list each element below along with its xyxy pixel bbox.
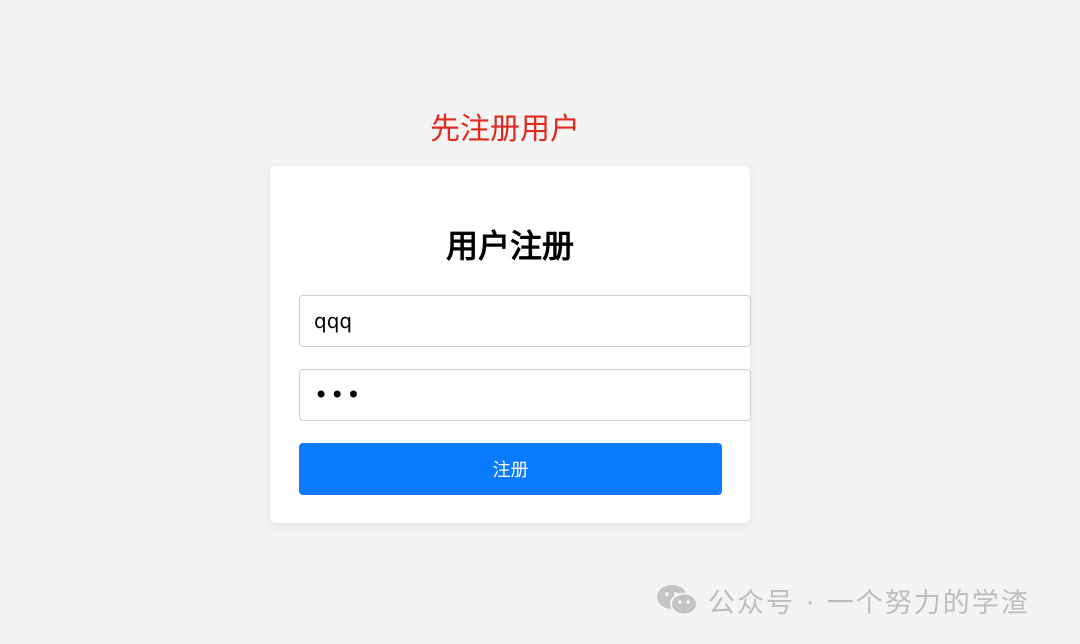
watermark-text: 公众号 · 一个努力的学渣 [708,587,1030,619]
password-input[interactable]: ••• [299,369,751,421]
page: 先注册用户 用户注册 ••• 注册 公众号 · 一个努力的学渣 [0,0,1080,644]
form-title: 用户注册 [445,227,574,265]
annotation-text: 先注册用户 [430,112,580,147]
register-button[interactable]: 注册 [299,443,722,495]
username-input[interactable] [299,295,751,347]
wechat-icon [657,585,698,616]
watermark: 公众号 · 一个努力的学渣 [656,582,1030,619]
password-mask: ••• [314,381,363,409]
